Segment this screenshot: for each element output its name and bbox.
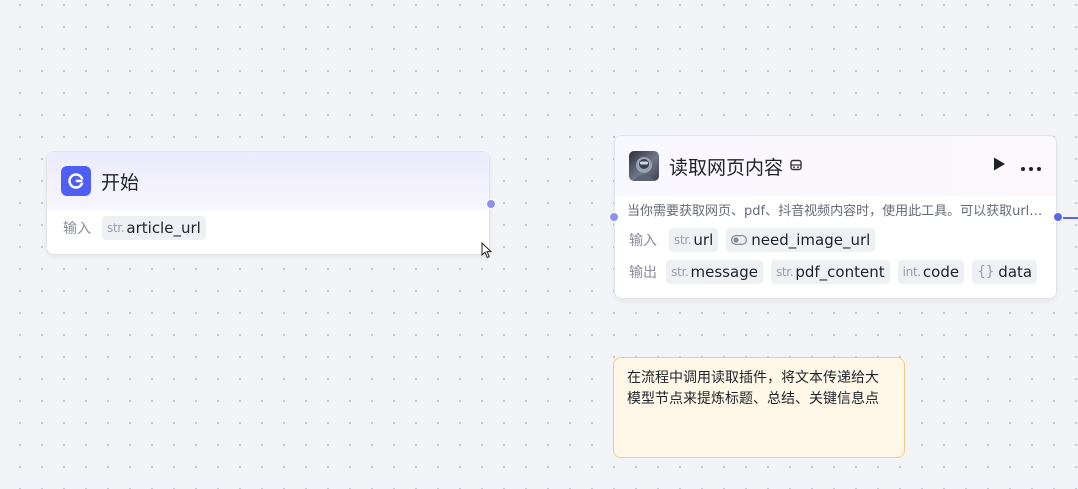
start-flag-icon [61, 166, 91, 196]
connection-edge [1063, 217, 1078, 219]
start-input-label: 输入 [63, 221, 91, 237]
input-chip-need-image-url[interactable]: need_image_url [726, 228, 876, 252]
chip-type: str. [674, 233, 692, 247]
robot-icon [789, 157, 803, 176]
comment-note[interactable]: 在流程中调用读取插件，将文本传递给大模型节点来提炼标题、总结、关键信息点 [613, 357, 905, 458]
mouse-cursor-icon [481, 241, 493, 263]
chip-name: code [922, 263, 960, 281]
plugin-node-header[interactable]: 读取网页内容 [615, 136, 1056, 196]
output-chip-message[interactable]: str. message [666, 260, 763, 284]
chip-type: int. [902, 265, 922, 279]
start-input-row: 输入 str. article_url [47, 214, 489, 242]
start-node-title: 开始 [101, 171, 140, 194]
plugin-description: 当你需要获取网页、pdf、抖音视频内容时，使用此工具。可以获取url链接下的标题… [627, 204, 1056, 219]
chip-type: {} [977, 264, 995, 280]
play-icon[interactable] [992, 156, 1006, 176]
chip-name: need_image_url [751, 231, 871, 249]
output-chip-list: str. message str. pdf_content int. code … [666, 260, 1042, 284]
plugin-input-row: 输入 str. url need_image_url [615, 226, 1056, 254]
output-chip-pdf-content[interactable]: str. pdf_content [770, 260, 890, 284]
chip-name: message [690, 263, 758, 281]
chip-name: article_url [126, 219, 201, 237]
plugin-input-label: 输入 [629, 233, 657, 249]
output-chip-code[interactable]: int. code [897, 260, 965, 284]
start-node[interactable]: 开始 输入 str. article_url [46, 151, 490, 255]
chip-name: url [693, 231, 714, 249]
plugin-output-label: 输出 [629, 265, 657, 281]
plugin-output-row: 输出 str. message str. pdf_content int. co… [615, 258, 1056, 286]
plugin-node-read-webpage[interactable]: 读取网页内容 当你需要获取网页、pdf、抖音视频内容时，使用此工具。可以获取ur… [614, 135, 1057, 299]
chip-type: str. [671, 265, 689, 279]
chip-name: data [998, 263, 1033, 281]
plugin-image-icon [629, 151, 659, 181]
more-dots-icon[interactable] [1020, 157, 1042, 176]
chip-name: pdf_content [795, 263, 885, 281]
start-node-header[interactable]: 开始 [47, 152, 489, 210]
toggle-icon [731, 235, 748, 245]
plugin-node-title: 读取网页内容 [669, 156, 784, 179]
chip-type: str. [107, 221, 125, 235]
plugin-output-port[interactable] [1053, 212, 1063, 222]
start-output-port[interactable] [486, 199, 496, 209]
input-chip-article-url[interactable]: str. article_url [102, 216, 206, 240]
input-chip-url[interactable]: str. url [669, 228, 719, 252]
chip-type: str. [775, 265, 794, 279]
output-chip-data[interactable]: {} data [972, 260, 1038, 284]
plugin-input-port[interactable] [609, 212, 619, 222]
